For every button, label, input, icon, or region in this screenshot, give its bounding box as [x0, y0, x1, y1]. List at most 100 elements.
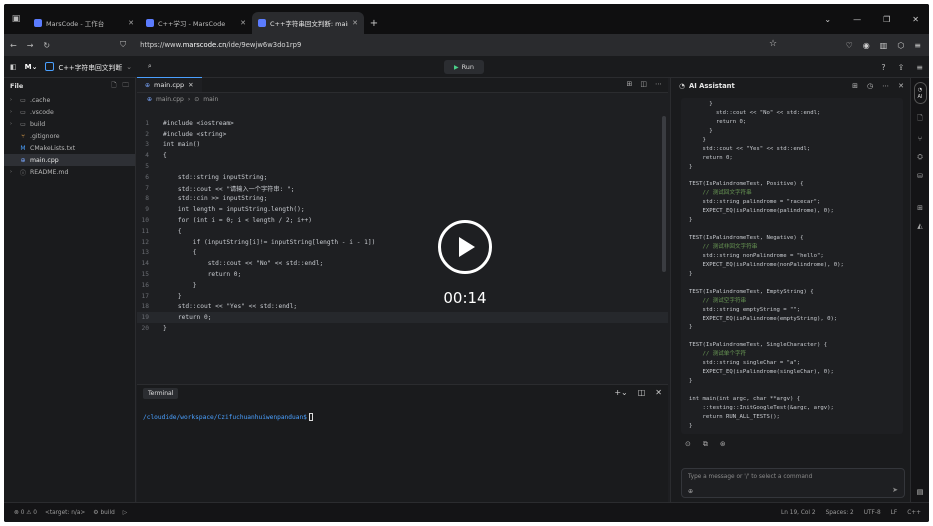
reload-icon[interactable]: ↻	[43, 41, 50, 50]
back-arrow-icon[interactable]: ←	[10, 41, 17, 50]
pocket-icon[interactable]: ♡	[846, 41, 853, 50]
status-indentation[interactable]: Spaces: 2	[826, 510, 854, 516]
shield-icon[interactable]: ⛉	[120, 40, 126, 50]
status-cursor-position[interactable]: Ln 19, Col 2	[781, 510, 816, 516]
extensions-icon[interactable]: ⊞	[917, 204, 923, 212]
deploy-icon[interactable]: ◭	[917, 222, 922, 230]
bookmark-star-icon[interactable]: ☆	[769, 39, 777, 49]
code-line[interactable]: 8 std::cin >> inputString;	[137, 194, 668, 205]
code-line[interactable]: 15 return 0;	[137, 269, 668, 280]
project-selector[interactable]: C++字符串回文判断 ⌄	[45, 62, 132, 72]
status-language[interactable]: C++	[907, 510, 921, 516]
branch-icon[interactable]: ⑂	[918, 135, 922, 143]
close-icon[interactable]: ✕	[188, 81, 193, 89]
tree-item-cmakelists[interactable]: M CMakeLists.txt	[4, 142, 135, 154]
code-line[interactable]: 10 for (int i = 0; i < length / 2; i++)	[137, 215, 668, 226]
code-line[interactable]: 20}	[137, 323, 668, 334]
history-icon[interactable]: ◷	[867, 82, 873, 90]
add-terminal-icon[interactable]: +⌄	[614, 388, 627, 397]
code-line[interactable]: 13 {	[137, 248, 668, 259]
status-encoding[interactable]: UTF-8	[864, 510, 881, 516]
terminal-tab[interactable]: Terminal	[143, 387, 179, 399]
sidebar-toggle-icon[interactable]: ◧	[10, 63, 17, 71]
settings-menu-icon[interactable]: ≡	[916, 63, 923, 72]
panel-toggle-icon[interactable]: ▤	[917, 488, 924, 496]
status-eol[interactable]: LF	[891, 510, 898, 516]
help-icon[interactable]: ?	[881, 63, 885, 72]
code-line[interactable]: 14 std::cout << "No" << std::endl;	[137, 258, 668, 269]
close-icon[interactable]: ✕	[898, 82, 904, 90]
code-line[interactable]: 6 std::string inputString;	[137, 172, 668, 183]
forward-arrow-icon[interactable]: →	[27, 41, 34, 50]
code-line[interactable]: 17 }	[137, 291, 668, 302]
code-line[interactable]: 2 #include <string>	[137, 129, 668, 140]
new-file-icon[interactable]: 🗋	[111, 81, 116, 92]
tree-item-main-cpp[interactable]: ⊕ main.cpp	[4, 154, 135, 166]
library-icon[interactable]: ▥	[880, 41, 888, 50]
code-line[interactable]: 18 std::cout << "Yes" << std::endl;	[137, 302, 668, 313]
run-button[interactable]: ▶ Run	[444, 60, 484, 74]
tree-item-build[interactable]: › ▭ build	[4, 118, 135, 130]
code-line[interactable]: 1 #include <iostream>	[137, 118, 668, 129]
code-line[interactable]: 16 }	[137, 280, 668, 291]
search-icon[interactable]: ⌕	[148, 62, 152, 71]
editor-scrollbar[interactable]	[662, 116, 666, 272]
close-icon[interactable]: ✕	[352, 19, 358, 27]
database-icon[interactable]: ⛁	[917, 172, 923, 180]
browser-tab-2[interactable]: C++学习 - MarsCode ✕	[140, 12, 252, 34]
code-line[interactable]: 9 int length = inputString.length();	[137, 204, 668, 215]
code-line[interactable]: 19 return 0;	[137, 312, 668, 324]
terminal-prompt[interactable]: /cloudide/workspace/Czifuchuanhuiwenpand…	[143, 413, 668, 421]
status-build[interactable]: build	[101, 510, 115, 516]
more-icon[interactable]: ⋯	[882, 82, 889, 90]
minimize-icon[interactable]: —	[853, 15, 861, 24]
tree-item-vscode[interactable]: › ▭ .vscode	[4, 106, 135, 118]
attach-icon[interactable]: ⊕	[688, 488, 693, 495]
close-icon[interactable]: ✕	[655, 388, 662, 397]
play-icon[interactable]: ▷	[123, 510, 127, 516]
close-icon[interactable]: ✕	[240, 19, 246, 27]
code-area[interactable]: 1 #include <iostream> 2 #include <string> 3 i…	[137, 118, 668, 334]
account-icon[interactable]: ◉	[863, 41, 870, 50]
more-icon[interactable]: ⋯	[655, 80, 662, 88]
share-icon[interactable]: ⇪	[898, 63, 905, 72]
code-line[interactable]: 11 {	[137, 226, 668, 237]
close-window-icon[interactable]: ✕	[912, 15, 919, 24]
split-terminal-icon[interactable]: ◫	[638, 388, 646, 397]
marscode-logo-icon[interactable]: M⌄	[25, 63, 38, 71]
code-line[interactable]: 3 int main()	[137, 140, 668, 151]
browser-tab-3[interactable]: C++字符串回文判断: main.cpp ✕	[252, 12, 364, 34]
breadcrumb-file[interactable]: main.cpp	[156, 96, 184, 103]
debug-icon[interactable]: ⛭	[917, 153, 923, 162]
restore-icon[interactable]: ❐	[883, 15, 890, 24]
editor-tab-main-cpp[interactable]: ⊕ main.cpp ✕	[137, 77, 202, 92]
split-editor-icon[interactable]: ◫	[640, 80, 647, 88]
send-icon[interactable]: ➤	[892, 486, 898, 494]
copy-icon[interactable]: ⧉	[703, 440, 708, 449]
extensions-icon[interactable]: ⬡	[897, 41, 904, 50]
tree-item-cache[interactable]: › ▭ .cache	[4, 94, 135, 106]
url-field[interactable]: https://www.marscode.cn/ide/9ewjw6w3do1r…	[140, 41, 301, 49]
new-tab-button[interactable]: +	[364, 12, 384, 34]
video-play-button[interactable]	[438, 220, 492, 274]
code-line[interactable]: 7 std::cout << "请输入一个字符串: ";	[137, 183, 668, 194]
code-line[interactable]: 12 if (inputString[i]!= inputString[leng…	[137, 237, 668, 248]
browser-tab-1[interactable]: MarsCode - 工作台 ✕	[28, 12, 140, 34]
preview-icon[interactable]: ⊞	[627, 80, 633, 88]
new-chat-icon[interactable]: ⊞	[852, 82, 858, 90]
tree-item-readme[interactable]: › ⓘ README.md	[4, 166, 135, 178]
new-folder-icon[interactable]: 🗀	[123, 81, 130, 92]
tree-item-gitignore[interactable]: ⑂ .gitignore	[4, 130, 135, 142]
insert-icon[interactable]: ⊙	[685, 440, 691, 449]
status-problems[interactable]: ⊗ 0 ⚠ 0	[14, 510, 37, 516]
apply-icon[interactable]: ⊛	[720, 440, 726, 449]
code-line[interactable]: 4{	[137, 150, 668, 161]
document-icon[interactable]: 🗋	[917, 114, 923, 125]
chevron-down-icon[interactable]: ⌄	[824, 15, 831, 24]
menu-icon[interactable]: ≡	[914, 41, 921, 50]
status-target[interactable]: <target: n/a>	[45, 510, 85, 516]
code-line[interactable]: 5	[137, 161, 668, 172]
window-icon[interactable]: ▣	[4, 4, 28, 34]
breadcrumb-symbol[interactable]: main	[203, 96, 218, 103]
ai-chat-input[interactable]: Type a message or '/' to select a comman…	[681, 468, 905, 498]
